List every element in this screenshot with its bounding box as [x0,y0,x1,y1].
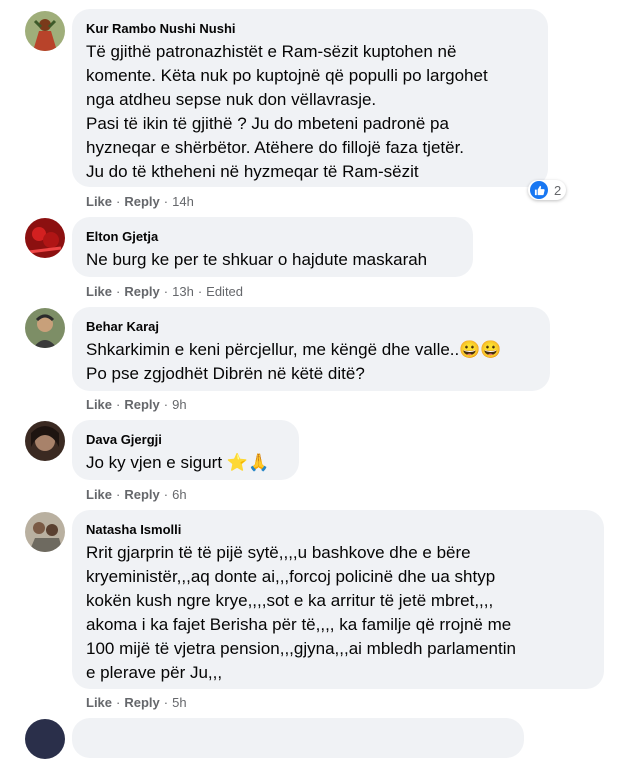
reply-button[interactable]: Reply [124,284,159,299]
like-button[interactable]: Like [86,284,112,299]
comment-bubble: Dava Gjergji Jo ky vjen e sigurt ⭐🙏 [72,420,299,480]
comment-text-line: Ju do të ktheheni në hyzmeqar të Ram-sëz… [86,162,419,181]
like-button[interactable]: Like [86,397,112,412]
comment-text-line: kryeministër,,,aq donte ai,,,forcoj poli… [86,567,496,586]
comment-text-line: Jo ky vjen e sigurt ⭐🙏 [86,453,270,472]
comment-author[interactable]: Behar Karaj [86,318,538,335]
reply-button[interactable]: Reply [124,194,159,209]
comment-timestamp[interactable]: 13h [172,284,194,299]
comment-timestamp[interactable]: 9h [172,397,186,412]
comment-text-line: komente. Këta nuk po kuptojnë që populli… [86,66,488,85]
avatar[interactable] [25,421,65,461]
avatar[interactable] [25,218,65,258]
comment-text-line: Të gjithë patronazhistët e Ram-sëzit kup… [86,42,457,61]
like-button[interactable]: Like [86,695,112,710]
comment-bubble-partial [72,718,524,758]
like-button[interactable]: Like [86,194,112,209]
reply-button[interactable]: Reply [124,487,159,502]
avatar[interactable] [25,719,65,759]
comment-text-line: Pasi të ikin të gjithë ? Ju do mbeteni p… [86,114,449,133]
comment-actions: Like · Reply · 5h [86,695,187,710]
comment-actions: Like · Reply · 6h [86,487,187,502]
comment-text-line: e plerave për Ju,,, [86,663,223,682]
avatar[interactable] [25,512,65,552]
avatar[interactable] [25,308,65,348]
comment-timestamp[interactable]: 5h [172,695,186,710]
avatar[interactable] [25,11,65,51]
comment-timestamp[interactable]: 14h [172,194,194,209]
comment-text-line: Rrit gjarprin të të pijë sytë,,,,u bashk… [86,543,471,562]
comment-author[interactable]: Kur Rambo Nushi Nushi [86,20,536,37]
like-button[interactable]: Like [86,487,112,502]
comment-text-line: akoma i ka fajet Berisha për të,,,, ka f… [86,615,512,634]
comment-author[interactable]: Elton Gjetja [86,228,461,245]
comment-text-line: nga atdheu sepse nuk don vëllavrasje. [86,90,377,109]
comment-text-line: Po pse zgjodhët Dibrën në këtë ditë? [86,364,365,383]
comment-bubble: Natasha Ismolli Rrit gjarprin të të pijë… [72,510,604,689]
comment-text-line: kokën kush ngre krye,,,,sot e ka arritur… [86,591,494,610]
comment-bubble: Behar Karaj Shkarkimin e keni përcjellur… [72,307,550,391]
comment-author[interactable]: Dava Gjergji [86,431,287,448]
thumbs-up-icon [530,181,548,199]
comment-text-line: hyzneqar e shërbëtor. Atëhere do fillojë… [86,138,465,157]
comment-actions: Like · Reply · 9h [86,397,187,412]
comment-text-line: 100 mijë të vjetra pension,,,gjyna,,,ai … [86,639,516,658]
comment-actions: Like · Reply · 13h · Edited [86,284,244,299]
edited-label[interactable]: Edited [206,284,243,299]
comment-bubble: Kur Rambo Nushi Nushi Të gjithë patronaz… [72,9,548,187]
comment-author[interactable]: Natasha Ismolli [86,521,592,538]
reaction-count[interactable]: 2 [528,180,567,200]
comment-text-line: Shkarkimin e keni përcjellur, me këngë d… [86,340,502,359]
comment-timestamp[interactable]: 6h [172,487,186,502]
comment-actions: Like · Reply · 14h [86,194,194,209]
comment-bubble: Elton Gjetja Ne burg ke per te shkuar o … [72,217,473,277]
reaction-count-label: 2 [554,182,562,198]
reply-button[interactable]: Reply [124,397,159,412]
reply-button[interactable]: Reply [124,695,159,710]
comment-text-line: Ne burg ke per te shkuar o hajdute maska… [86,250,428,269]
